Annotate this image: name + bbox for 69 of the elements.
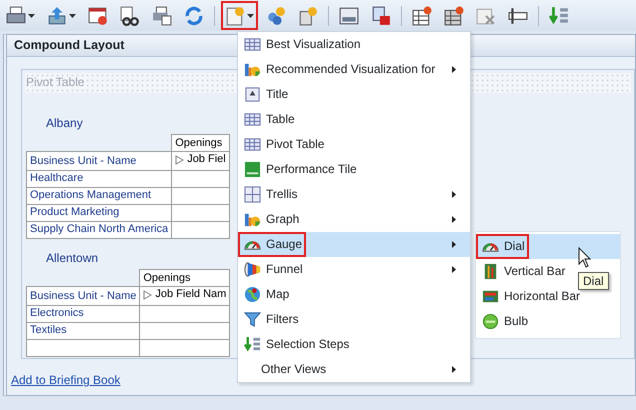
submenu-arrow-icon bbox=[452, 366, 456, 373]
row-header: Business Unit - Name bbox=[26, 286, 140, 306]
briefing-book-link[interactable]: Add to Briefing Book bbox=[11, 373, 120, 388]
refresh-icon bbox=[184, 6, 204, 26]
printer-icon bbox=[152, 6, 172, 26]
submenu-arrow-icon bbox=[452, 266, 456, 273]
cursor-icon bbox=[578, 247, 592, 269]
menu-item[interactable]: Map bbox=[238, 282, 470, 307]
row-header: Business Unit - Name bbox=[26, 152, 172, 170]
row-label: Healthcare bbox=[26, 170, 172, 188]
menu-item[interactable]: Funnel bbox=[238, 257, 470, 282]
menu-item[interactable]: Selection Steps bbox=[238, 332, 470, 357]
menu-item[interactable]: Best Visualization bbox=[238, 32, 470, 57]
funnel-icon bbox=[244, 261, 261, 278]
column-header: Openings bbox=[172, 134, 230, 152]
title-icon bbox=[244, 86, 261, 103]
chart-icon bbox=[244, 61, 261, 78]
menu-item[interactable]: Bulb bbox=[476, 309, 538, 334]
section-heading: Albany bbox=[46, 116, 83, 130]
submenu-arrow-icon bbox=[452, 241, 456, 248]
new-view-icon bbox=[225, 6, 245, 26]
menu-item[interactable]: Graph bbox=[238, 207, 470, 232]
vertical-bar-icon bbox=[482, 263, 499, 280]
menu-item[interactable]: Vertical Bar bbox=[476, 259, 576, 284]
menu-item[interactable]: Filters bbox=[238, 307, 470, 332]
menu-item[interactable]: Dial bbox=[476, 234, 620, 259]
arrow-list-icon bbox=[244, 336, 261, 353]
row-label: Electronics bbox=[26, 305, 140, 322]
menu-item[interactable]: Gauge bbox=[238, 232, 470, 257]
table-icon bbox=[444, 6, 464, 26]
table-icon bbox=[244, 111, 261, 128]
shapes-icon bbox=[266, 6, 286, 26]
column-header: Openings bbox=[140, 270, 230, 287]
tile-icon bbox=[244, 161, 261, 178]
caret-icon bbox=[69, 14, 76, 18]
document-icon bbox=[371, 6, 391, 26]
row-label: Supply Chain North America bbox=[26, 221, 172, 238]
submenu-arrow-icon bbox=[452, 216, 456, 223]
tooltip: Dial bbox=[578, 272, 609, 290]
expand-icon bbox=[175, 154, 184, 165]
table-icon bbox=[412, 6, 432, 26]
row-label: Textiles bbox=[26, 322, 140, 340]
table-icon bbox=[244, 136, 261, 153]
export-icon bbox=[47, 6, 67, 26]
menu-item[interactable]: Trellis bbox=[238, 182, 470, 207]
row-label: Product Marketing bbox=[26, 204, 172, 222]
caret-icon bbox=[247, 14, 254, 18]
bulb-icon bbox=[482, 313, 499, 330]
printer-icon bbox=[6, 6, 26, 26]
menu-item[interactable]: Other Views bbox=[238, 357, 470, 382]
arrows-icon bbox=[549, 6, 569, 26]
submenu-arrow-icon bbox=[452, 191, 456, 198]
menu-item[interactable]: Performance Tile bbox=[238, 157, 470, 182]
row-label: Operations Management bbox=[26, 187, 172, 204]
chart-icon bbox=[244, 211, 261, 228]
calendar-icon bbox=[88, 6, 108, 26]
glasses-icon bbox=[120, 6, 140, 26]
globe-icon bbox=[244, 286, 261, 303]
submenu-arrow-icon bbox=[452, 66, 456, 73]
section-heading: Allentown bbox=[46, 250, 98, 266]
filter-icon bbox=[244, 311, 261, 328]
grid-icon bbox=[339, 6, 359, 26]
table-icon bbox=[244, 36, 261, 53]
menu-item[interactable]: Pivot Table bbox=[238, 132, 470, 157]
expand-icon bbox=[143, 290, 152, 300]
caret-icon bbox=[28, 14, 35, 18]
trellis-icon bbox=[244, 186, 261, 203]
menu-item[interactable]: Table bbox=[238, 107, 470, 132]
horizontal-bar-icon bbox=[482, 288, 499, 305]
